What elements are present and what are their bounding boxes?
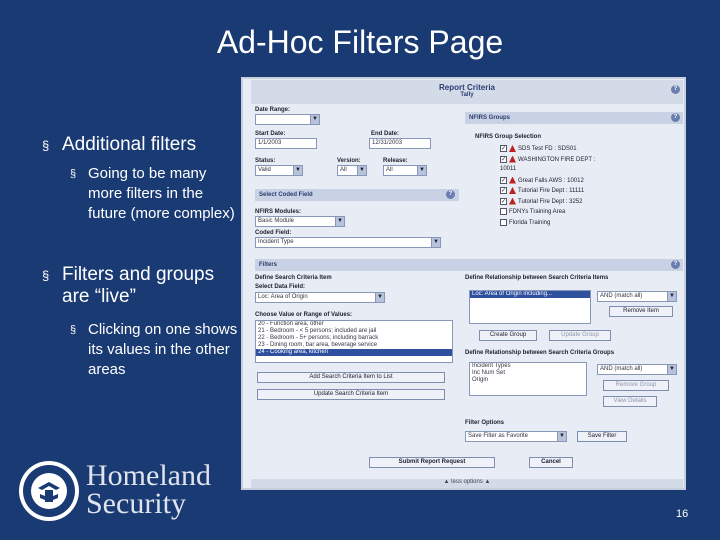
value-option[interactable]: 24 - Cooking area, kitchen (256, 349, 452, 356)
group-item-label: Tutorial Fire Dept : 11111 (518, 188, 585, 195)
nfirs-group-item[interactable]: ✓ WASHINGTON FIRE DEPT : (500, 155, 596, 166)
update-criteria-item-button[interactable]: Update Search Criteria Item (257, 389, 445, 400)
values-listbox[interactable]: 20 - Function area, other 21 - Bedroom - … (255, 320, 453, 363)
alert-flag-icon (509, 187, 516, 194)
report-criteria-header: Report Criteria Tally (251, 80, 683, 104)
select-data-field-label: Select Data Field: (255, 284, 306, 290)
nfirs-group-item[interactable]: ✓ SDS Test FD : SDS01 (500, 145, 577, 155)
nfirs-group-selection-label: NFIRS Group Selection (475, 134, 542, 140)
value-option[interactable]: 22 - Bedroom - 5+ persons; including bar… (256, 335, 452, 342)
alert-flag-icon (509, 145, 516, 152)
remove-group-button[interactable]: Remove Group (603, 380, 669, 391)
criteria-group-option[interactable]: Inc Num Set (470, 370, 586, 377)
define-criteria-item-label: Define Search Criteria Item (255, 275, 332, 281)
group-checkbox[interactable] (500, 218, 507, 226)
group-checkbox[interactable]: ✓ (500, 187, 507, 194)
create-group-button[interactable]: Create Group (479, 330, 537, 341)
version-select[interactable]: All ▼ (337, 165, 367, 176)
nfirs-group-item[interactable]: ✓ Great Falls AWS : 10012 (500, 176, 584, 187)
group-checkbox[interactable]: ✓ (500, 155, 507, 163)
group-item-label: WASHINGTON FIRE DEPT : (518, 156, 596, 163)
nfirs-modules-label: NFIRS Modules: (255, 209, 301, 215)
coded-field-select[interactable]: Incident Type ▼ (255, 237, 441, 248)
less-options-link[interactable]: ▲ less options ▲ (251, 479, 683, 488)
criteria-group-option[interactable]: Incident Types (470, 363, 586, 370)
coded-field-label: Coded Field: (255, 230, 292, 236)
view-details-button[interactable]: View Details (603, 396, 657, 407)
groups-help-icon[interactable]: ? (671, 113, 680, 122)
filters-help-icon[interactable]: ? (671, 260, 680, 269)
nfirs-modules-select[interactable]: Basic Module ▼ (255, 216, 345, 227)
criteria-items-listbox[interactable]: Loc: Area of Origin including... (469, 290, 591, 324)
nfirs-groups-bar: NFIRS Groups (465, 112, 683, 124)
release-select[interactable]: All ▼ (383, 165, 427, 176)
criteria-group-option[interactable]: Origin (470, 377, 586, 384)
add-criteria-item-button[interactable]: Add Search Criteria Item to List (257, 372, 445, 383)
end-date-label: End Date: (371, 131, 400, 137)
date-range-label: Date Range: (255, 107, 291, 113)
filter-options-label: Filter Options (465, 420, 504, 426)
select-data-field-select[interactable]: Loc: Area of Origin ▼ (255, 292, 385, 303)
group-item-label: SDS Test FD : SDS01 (518, 146, 577, 153)
value-option[interactable]: 21 - Bedroom - < 5 persons; included are… (256, 328, 452, 335)
save-filter-button[interactable]: Save Filter (577, 431, 627, 442)
criteria-groups-listbox[interactable]: Incident Types Inc Num Set Origin (469, 362, 587, 396)
group-checkbox[interactable] (500, 208, 507, 215)
update-group-button[interactable]: Update Group (549, 330, 611, 341)
alert-flag-icon (509, 176, 516, 184)
group-item-label: Florida Training (509, 219, 551, 226)
choose-value-label: Choose Value or Range of Values: (255, 312, 353, 318)
bullet-additional-filters: § Additional filters (42, 134, 197, 155)
select-coded-field-bar: Select Coded Field (255, 189, 459, 201)
define-rel-items-label: Define Relationship between Search Crite… (465, 275, 609, 281)
nfirs-group-item[interactable]: FDNYs Training Area (500, 208, 565, 218)
group-item-label: Tutorial Fire Dept : 3252 (518, 198, 583, 205)
items-and-match-select[interactable]: AND (match all) ▼ (597, 291, 677, 302)
nfirs-group-item[interactable]: Florida Training (500, 218, 551, 229)
start-date-input[interactable]: 1/1/2003 (255, 138, 317, 149)
version-label: Version: (337, 158, 361, 164)
submit-report-request-button[interactable]: Submit Report Request (369, 457, 495, 468)
group-item-label: Great Falls AWS : 10012 (518, 177, 584, 184)
sub-bullet-more-filters: § Going to be many more filters in the fu… (70, 165, 235, 222)
dhs-seal-icon (19, 461, 79, 521)
help-icon[interactable]: ? (671, 85, 680, 94)
group-checkbox[interactable]: ✓ (500, 197, 507, 205)
value-option[interactable]: 23 - Dining room, bar area, beverage ser… (256, 342, 452, 349)
status-label: Status: (255, 158, 276, 164)
nfirs-group-item[interactable]: ✓ Tutorial Fire Dept : 11111 (500, 187, 584, 197)
define-rel-groups-label: Define Relationship between Search Crite… (465, 350, 615, 356)
groups-and-match-select[interactable]: AND (match all) ▼ (597, 364, 677, 375)
homeland-security-wordmark: Homeland Security (86, 459, 211, 520)
group-item-label: 10011 (500, 166, 517, 172)
alert-flag-icon (509, 197, 516, 205)
bullet-filters-live: § Filters and groups are “live” (42, 264, 215, 307)
status-select[interactable]: Valid ▼ (255, 165, 303, 176)
end-date-input[interactable]: 12/31/2003 (369, 138, 431, 149)
filter-options-select[interactable]: Save Filter as Favorite ▼ (465, 431, 567, 442)
date-range-select[interactable]: ▼ (255, 114, 320, 125)
filters-bar: Filters (255, 259, 683, 271)
nfirs-group-item[interactable]: ✓ Tutorial Fire Dept : 3252 (500, 197, 583, 208)
release-label: Release: (383, 158, 408, 164)
report-criteria-screenshot: Report Criteria Tally ? Date Range: ▼ St… (241, 77, 686, 490)
cancel-button[interactable]: Cancel (529, 457, 573, 468)
slide-title: Ad-Hoc Filters Page (216, 24, 504, 60)
coded-field-help-icon[interactable]: ? (446, 190, 455, 199)
group-item-label: FDNYs Training Area (509, 209, 566, 216)
remove-item-button[interactable]: Remove Item (609, 306, 673, 317)
start-date-label: Start Date: (255, 131, 286, 137)
page-number: 16 (676, 508, 689, 520)
group-checkbox[interactable]: ✓ (500, 176, 507, 184)
sub-bullet-clicking: § Clicking on one shows its values in the… (70, 321, 238, 378)
value-option[interactable]: 20 - Function area, other (256, 321, 452, 328)
alert-flag-icon (509, 155, 516, 163)
group-checkbox[interactable]: ✓ (500, 145, 507, 152)
nfirs-group-item[interactable]: 10011 (500, 166, 516, 176)
